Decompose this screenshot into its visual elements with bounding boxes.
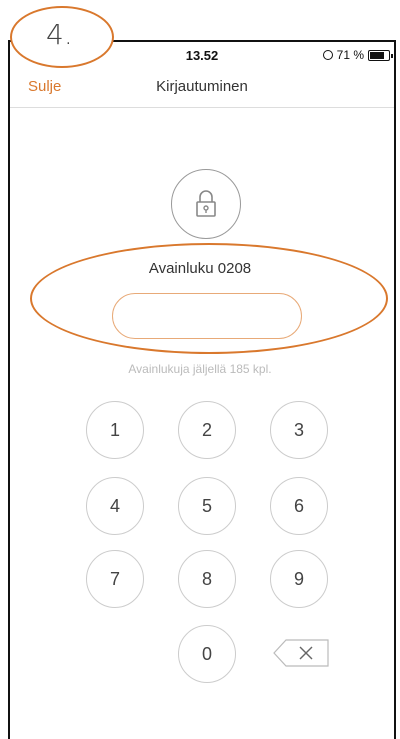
remaining-keys-text: Avainlukuja jäljellä 185 kpl. (128, 362, 272, 376)
backspace-button[interactable] (272, 638, 330, 668)
key-8[interactable]: 8 (178, 550, 236, 608)
key-4[interactable]: 4 (86, 477, 144, 535)
key-9[interactable]: 9 (270, 550, 328, 608)
key-3[interactable]: 3 (270, 401, 328, 459)
backspace-icon (273, 639, 329, 667)
alarm-icon (322, 50, 333, 60)
key-2[interactable]: 2 (178, 401, 236, 459)
key-6[interactable]: 6 (270, 477, 328, 535)
nav-bar: Sulje Kirjautuminen (10, 72, 394, 108)
key-1[interactable]: 1 (86, 401, 144, 459)
key-5[interactable]: 5 (178, 477, 236, 535)
highlight-annotation-ring (30, 243, 388, 354)
battery-icon (368, 49, 393, 61)
key-7[interactable]: 7 (86, 550, 144, 608)
key-0[interactable]: 0 (178, 625, 236, 683)
battery-fill (370, 51, 385, 59)
page-title: Kirjautuminen (156, 78, 248, 95)
battery-percent: 71 % (336, 48, 364, 62)
status-indicators: 71 % (322, 48, 393, 62)
step-annotation-label: 4. (46, 18, 73, 51)
lock-icon (171, 169, 241, 239)
